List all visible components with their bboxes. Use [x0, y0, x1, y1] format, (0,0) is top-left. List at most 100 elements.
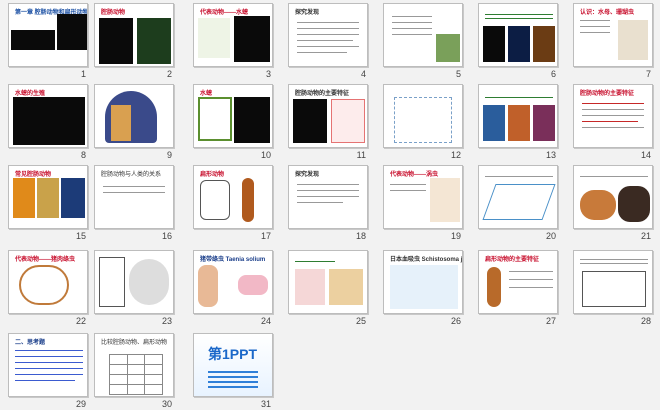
slide-thumbnail-24[interactable]: 猪带绦虫 Taenia solium 24 [193, 250, 273, 326]
slide-thumbnail-26[interactable]: 日本血吸虫 Schistosoma japonicum 26 [383, 250, 463, 326]
cover-photo [57, 14, 87, 50]
comparison-table [109, 354, 163, 395]
cover-photo [11, 30, 55, 50]
slide-preview: 常见腔肠动物 [8, 165, 88, 229]
slide-preview: 扁形动物的主要特征 [478, 250, 558, 314]
feature-list [331, 99, 365, 143]
slide-thumbnail-19[interactable]: 代表动物——涡虫 19 [383, 165, 463, 241]
slide-thumbnail-13[interactable]: 13 [478, 84, 558, 160]
slide-title: 水螅的生殖 [15, 91, 46, 97]
slide-title: 代表动物——涡虫 [390, 172, 439, 178]
hydra-photo [234, 16, 270, 62]
hydra-photo [293, 99, 327, 143]
diagram [394, 97, 452, 143]
slide-number: 27 [545, 316, 556, 326]
slide-thumbnail-30[interactable]: 比较腔肠动物、扁形动物 30 [94, 333, 174, 409]
slide-number: 18 [355, 231, 366, 241]
slide-thumbnail-28[interactable]: 28 [573, 250, 653, 326]
slide-thumbnail-5[interactable]: 5 [383, 3, 463, 79]
tissue-diagram [111, 105, 131, 141]
coral-photo [137, 18, 171, 64]
slide-title: 腔肠动物 [101, 10, 126, 16]
slide-preview: 腔肠动物与人类的关系 [94, 165, 174, 229]
slide-preview [478, 3, 558, 67]
slide-thumbnail-2[interactable]: 腔肠动物 2 [94, 3, 174, 79]
slide-preview: 第一章 腔肠动物和扁形动物 [8, 3, 88, 67]
slide-preview: 日本血吸虫 Schistosoma japonicum [383, 250, 463, 314]
slide-number: 10 [260, 150, 271, 160]
text-box [99, 257, 125, 307]
slide-thumbnail-9[interactable]: 9 [94, 84, 174, 160]
slide-thumbnail-11[interactable]: 腔肠动物的主要特征 11 [288, 84, 368, 160]
slide-thumbnail-3[interactable]: 代表动物——水螅 3 [193, 3, 273, 79]
slide-title: 比较腔肠动物、扁形动物 [101, 340, 168, 346]
slide-thumbnail-25[interactable]: 25 [288, 250, 368, 326]
slide-number: 15 [75, 231, 86, 241]
slide-image [13, 178, 35, 218]
slide-thumbnail-18[interactable]: 探究发现 18 [288, 165, 368, 241]
slide-thumbnail-20[interactable]: 20 [478, 165, 558, 241]
slide-title: 腔肠动物与人类的关系 [101, 172, 162, 178]
slide-thumbnail-14[interactable]: 腔肠动物的主要特征 14 [573, 84, 653, 160]
slide-thumbnail-1[interactable]: 第一章 腔肠动物和扁形动物 1 [8, 3, 88, 79]
slide-number: 1 [80, 69, 86, 79]
slide-image [61, 178, 85, 218]
slide-thumbnail-6[interactable]: 6 [478, 3, 558, 79]
slide-image [430, 178, 460, 222]
slide-image [37, 178, 59, 218]
planarian-photo [580, 190, 616, 220]
slide-number: 3 [265, 69, 271, 79]
slide-title: 探究发现 [295, 172, 320, 178]
anatomy-diagram [200, 180, 230, 220]
slide-number: 25 [355, 316, 366, 326]
slide-thumbnail-29[interactable]: 二、思考题 29 [8, 333, 88, 409]
slide-thumbnail-22[interactable]: 代表动物——猪肉绦虫 22 [8, 250, 88, 326]
slide-thumbnail-17[interactable]: 扁形动物 17 [193, 165, 273, 241]
slide-number: 21 [640, 231, 651, 241]
slide-title: 扁形动物的主要特征 [485, 257, 540, 263]
diagram [582, 271, 646, 307]
slide-number: 5 [455, 69, 461, 79]
slide-preview: 猪带绦虫 Taenia solium [193, 250, 273, 314]
slide-preview: 第1PPT [193, 333, 273, 397]
slide-thumbnail-12[interactable]: 12 [383, 84, 463, 160]
slide-image [295, 269, 325, 305]
slide-preview [94, 84, 174, 148]
slide-title: 二、思考题 [15, 340, 46, 346]
slide-title: 认识：水母、珊瑚虫 [580, 10, 635, 16]
slide-thumbnail-27[interactable]: 扁形动物的主要特征 27 [478, 250, 558, 326]
slide-thumbnail-8[interactable]: 水螅的生殖 8 [8, 84, 88, 160]
slide-title: 水螅 [200, 91, 213, 97]
slide-thumbnail-31[interactable]: 第1PPT 31 [193, 333, 273, 409]
pig-figure [238, 275, 268, 295]
slide-image [533, 105, 555, 141]
slide-number: 9 [166, 150, 172, 160]
slide-title: 代表动物——水螅 [200, 10, 249, 16]
slide-number: 28 [640, 316, 651, 326]
slide-thumbnail-4[interactable]: 探究发现 4 [288, 3, 368, 79]
slide-title: 腔肠动物的主要特征 [295, 91, 350, 97]
slide-number: 30 [161, 399, 172, 409]
slide-thumbnail-7[interactable]: 认识：水母、珊瑚虫 7 [573, 3, 653, 79]
slide-title: 代表动物——猪肉绦虫 [15, 257, 76, 263]
slide-title: 腔肠动物的主要特征 [580, 91, 635, 97]
slide-number: 7 [645, 69, 651, 79]
slide-preview [94, 250, 174, 314]
slide-thumbnail-23[interactable]: 23 [94, 250, 174, 326]
slide-number: 31 [260, 399, 271, 409]
slide-preview: 水螅的生殖 [8, 84, 88, 148]
slide-thumbnail-10[interactable]: 水螅 10 [193, 84, 273, 160]
slide-number: 2 [166, 69, 172, 79]
human-figure [198, 265, 218, 307]
slide-thumbnail-15[interactable]: 常见腔肠动物 15 [8, 165, 88, 241]
slide-title: 探究发现 [295, 10, 320, 16]
slide-number: 8 [80, 150, 86, 160]
slide-preview: 水螅 [193, 84, 273, 148]
symmetry-diagram [482, 184, 556, 220]
slide-preview [573, 165, 653, 229]
slide-thumbnail-21[interactable]: 21 [573, 165, 653, 241]
slide-number: 17 [260, 231, 271, 241]
slide-number: 29 [75, 399, 86, 409]
slide-thumbnail-16[interactable]: 腔肠动物与人类的关系 16 [94, 165, 174, 241]
slide-preview: 二、思考题 [8, 333, 88, 397]
